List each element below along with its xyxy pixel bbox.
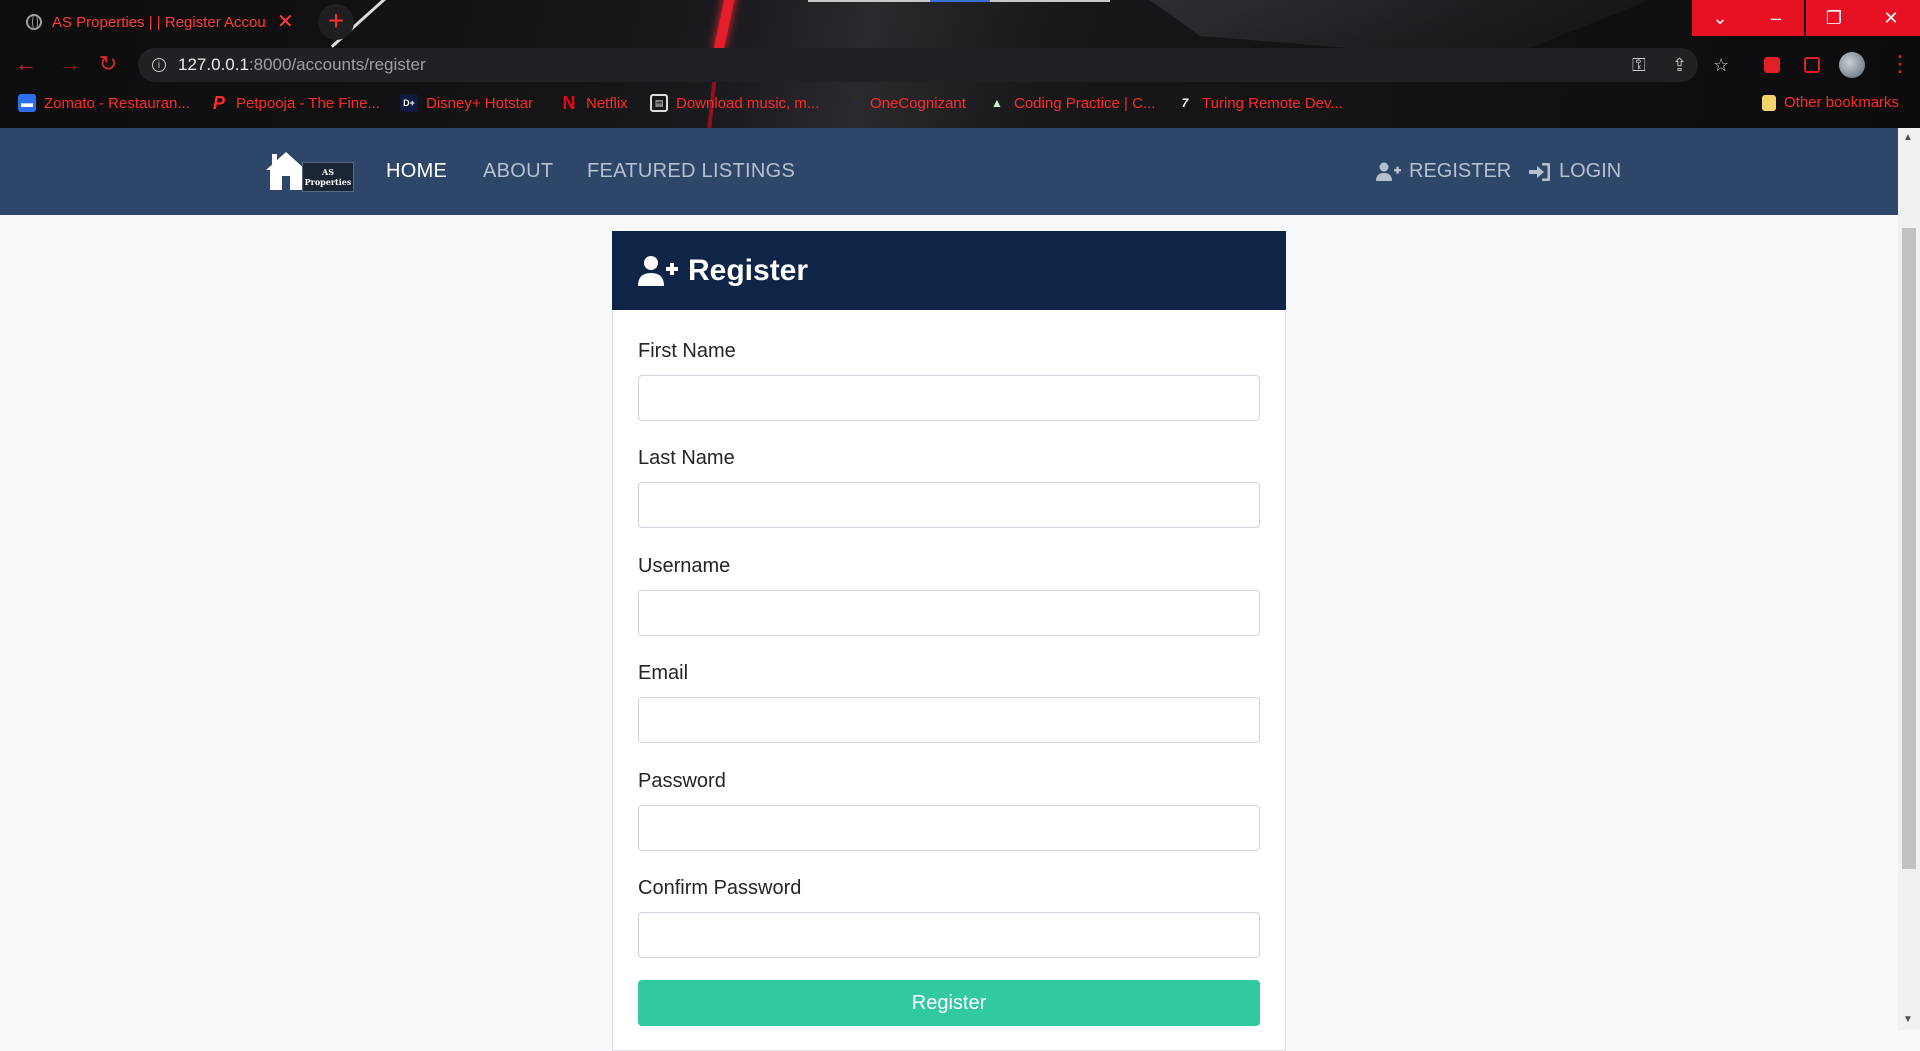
bookmark-item[interactable]: N Netflix: [560, 94, 628, 112]
reload-icon[interactable]: ↻: [94, 51, 122, 77]
email-field[interactable]: [638, 697, 1260, 743]
extension-icon[interactable]: [1804, 57, 1820, 73]
scroll-up-icon[interactable]: ▲: [1903, 132, 1913, 143]
bookmark-item[interactable]: ◔ OneCognizant: [844, 94, 966, 112]
nav-about[interactable]: ABOUT: [483, 160, 553, 183]
bookmark-label: Turing Remote Dev...: [1202, 94, 1343, 112]
wallpaper-streak: [713, 0, 737, 51]
forward-arrow-icon[interactable]: →: [56, 51, 84, 77]
bookmark-item[interactable]: ▤ Download music, m...: [650, 94, 819, 112]
share-icon[interactable]: ⇪: [1672, 55, 1687, 76]
bookmark-label: Petpooja - The Fine...: [236, 94, 380, 112]
wallpaper-line: [930, 0, 990, 2]
sign-in-icon: [1529, 162, 1550, 181]
last-name-field[interactable]: [638, 482, 1260, 528]
netflix-icon: N: [562, 93, 576, 113]
nav-home[interactable]: HOME: [386, 160, 447, 183]
address-bar[interactable]: i 127.0.0.1:8000/accounts/register: [138, 48, 1698, 82]
scrollbar-thumb[interactable]: [1902, 228, 1916, 869]
bookmark-item[interactable]: ▲ Coding Practice | C...: [988, 94, 1155, 112]
folder-icon: [1762, 94, 1776, 111]
bookmark-label: Netflix: [586, 94, 628, 112]
hotstar-icon: D+: [400, 94, 418, 112]
browser-tab[interactable]: AS Properties | | Register Account ✕: [14, 4, 310, 40]
star-icon[interactable]: ☆: [1713, 55, 1729, 76]
key-icon[interactable]: ⚿: [1632, 55, 1646, 76]
last-name-label: Last Name: [638, 447, 735, 469]
bookmark-label: Zomato - Restauran...: [44, 94, 190, 112]
user-plus-icon: [638, 255, 678, 286]
close-icon[interactable]: ✕: [277, 12, 294, 32]
url-host: 127.0.0.1: [178, 55, 249, 74]
nav-login[interactable]: LOGIN: [1529, 160, 1621, 183]
close-window-button[interactable]: ✕: [1862, 0, 1920, 36]
site-logo[interactable]: AS Properties: [264, 150, 356, 194]
password-label: Password: [638, 770, 726, 792]
tab-search-button[interactable]: ⌄: [1692, 0, 1748, 36]
bookmark-item[interactable]: P Petpooja - The Fine...: [210, 94, 380, 112]
bookmark-item[interactable]: D+ Disney+ Hotstar: [400, 94, 533, 112]
page-scrollbar[interactable]: ▲ ▼: [1898, 128, 1920, 1030]
register-title: Register: [688, 253, 809, 287]
user-plus-icon: [1376, 162, 1401, 181]
extension-icon[interactable]: [1764, 57, 1780, 73]
confirm-password-label: Confirm Password: [638, 877, 802, 899]
minimize-button[interactable]: –: [1748, 0, 1804, 36]
bookmark-item[interactable]: ▬ Zomato - Restauran...: [18, 94, 190, 112]
more-menu-icon[interactable]: ⋮: [1889, 52, 1911, 76]
bookmark-label: Disney+ Hotstar: [426, 94, 534, 112]
bookmark-label: Download music, m...: [676, 94, 820, 112]
username-field[interactable]: [638, 590, 1260, 636]
other-bookmarks-label: Other bookmarks: [1784, 94, 1900, 111]
bookmark-label: Coding Practice | C...: [1014, 94, 1156, 112]
coding-icon: ▲: [991, 96, 1003, 110]
email-label: Email: [638, 662, 689, 684]
first-name-label: First Name: [638, 340, 736, 362]
nav-register-label: REGISTER: [1409, 160, 1512, 182]
first-name-field[interactable]: [638, 375, 1260, 421]
password-field[interactable]: [638, 805, 1260, 851]
tab-title: AS Properties | | Register Account: [52, 13, 267, 31]
globe-icon: [26, 14, 42, 30]
nav-featured-listings[interactable]: FEATURED LISTINGS: [587, 160, 795, 183]
profile-avatar[interactable]: [1839, 52, 1865, 78]
music-icon: ▤: [650, 94, 668, 112]
username-label: Username: [638, 555, 731, 577]
nav-register[interactable]: REGISTER: [1375, 160, 1511, 183]
url-path: :8000/accounts/register: [248, 55, 426, 74]
turing-icon: 7: [1181, 96, 1189, 110]
bookmark-label: OneCognizant: [870, 94, 966, 112]
bookmark-item[interactable]: 7 Turing Remote Dev...: [1176, 94, 1343, 112]
register-card-header: Register: [612, 231, 1286, 310]
confirm-password-field[interactable]: [638, 912, 1260, 958]
other-bookmarks[interactable]: Other bookmarks: [1762, 94, 1899, 111]
back-arrow-icon[interactable]: ←: [12, 51, 40, 77]
restore-button[interactable]: ❐: [1806, 0, 1862, 36]
register-submit-button[interactable]: Register: [638, 980, 1260, 1026]
nav-login-label: LOGIN: [1559, 160, 1622, 182]
scroll-down-icon[interactable]: ▼: [1903, 1014, 1913, 1025]
info-icon[interactable]: i: [152, 58, 166, 72]
cognizant-icon: ◔: [849, 96, 857, 110]
logo-text: AS Properties: [302, 162, 354, 192]
petpooja-icon: P: [212, 93, 225, 113]
zomato-icon: ▬: [18, 94, 36, 112]
new-tab-button[interactable]: +: [318, 4, 354, 40]
